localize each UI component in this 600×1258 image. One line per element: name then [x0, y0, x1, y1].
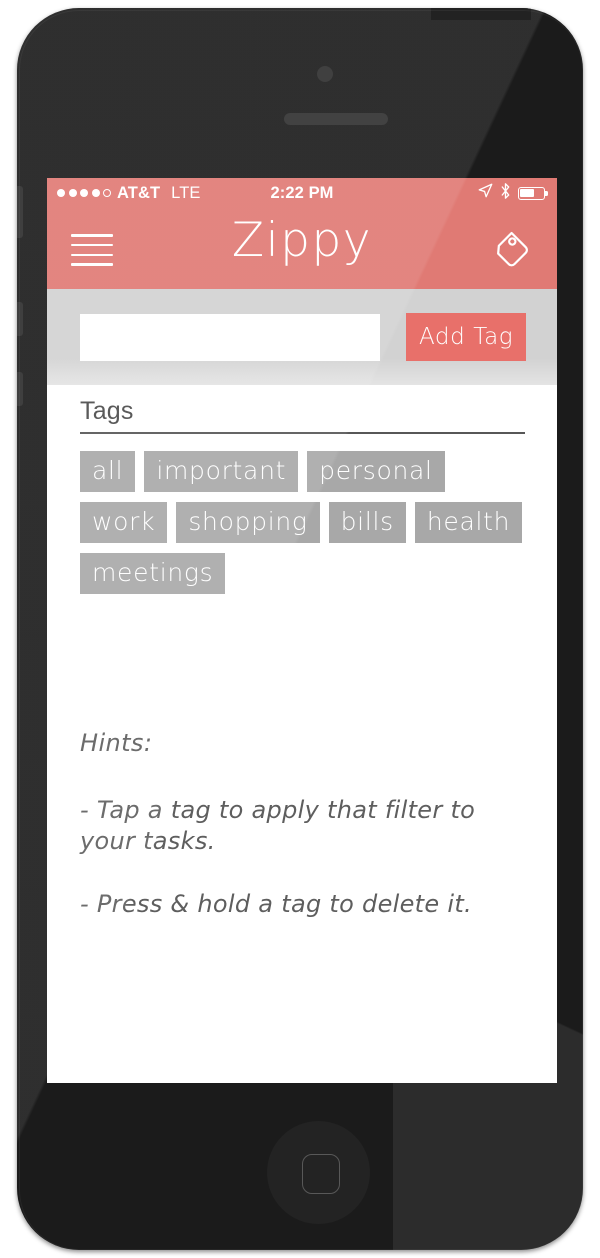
volume-down-button[interactable] [17, 372, 23, 406]
add-tag-toolbar: Add Tag [47, 289, 557, 385]
tag-chip[interactable]: bills [328, 501, 406, 543]
phone-device-frame: AT&T LTE 2:22 PM Zippy Add Tag Tags all … [17, 8, 583, 1250]
front-camera [317, 66, 333, 82]
location-arrow-icon [478, 183, 493, 203]
antenna-strip [431, 8, 531, 20]
tag-chip[interactable]: meetings [80, 552, 226, 594]
earpiece-speaker [284, 113, 388, 125]
tag-list: all important personal work shopping bil… [80, 450, 530, 594]
status-bar: AT&T LTE 2:22 PM [47, 178, 557, 208]
tag-name-input[interactable] [80, 313, 380, 361]
silent-switch-button[interactable] [17, 186, 23, 238]
tags-section-heading: Tags [80, 397, 134, 425]
tag-chip[interactable]: work [80, 501, 168, 543]
tag-chip[interactable]: health [414, 501, 523, 543]
status-bar-indicators [478, 182, 548, 204]
home-button-square-icon [302, 1154, 340, 1194]
battery-cap [545, 191, 548, 196]
tag-chip[interactable]: important [144, 450, 299, 492]
tag-chip[interactable]: personal [307, 450, 445, 492]
tag-chip[interactable]: shopping [176, 501, 320, 543]
tag-icon[interactable] [491, 228, 535, 272]
phone-screen: AT&T LTE 2:22 PM Zippy Add Tag Tags all … [47, 178, 557, 1083]
tags-heading-divider [80, 432, 525, 434]
main-content: Tags all important personal work shoppin… [47, 385, 557, 1083]
battery-level-fill [520, 188, 535, 198]
add-tag-button[interactable]: Add Tag [406, 313, 527, 361]
app-title: Zippy [231, 213, 373, 268]
hint-item: - Tap a tag to apply that filter to your… [80, 796, 476, 855]
home-button[interactable] [267, 1121, 370, 1224]
hint-item: - Press & hold a tag to delete it. [80, 890, 472, 919]
volume-up-button[interactable] [17, 302, 23, 336]
app-nav-bar: Zippy [47, 208, 557, 289]
hints-title: Hints: [80, 729, 153, 757]
tag-chip[interactable]: all [80, 450, 136, 492]
hints-section: Hints: - Tap a tag to apply that filter … [80, 729, 510, 953]
bluetooth-icon [500, 182, 511, 204]
battery-icon [518, 186, 548, 200]
